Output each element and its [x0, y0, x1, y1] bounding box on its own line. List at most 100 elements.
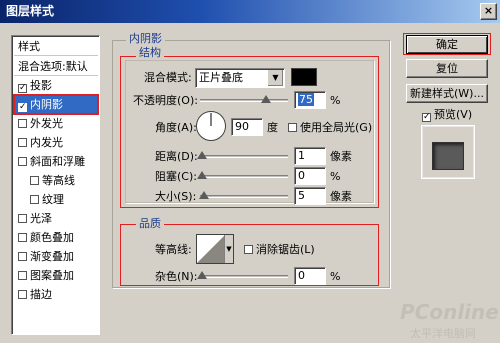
distance-unit: 像素: [330, 150, 352, 163]
checkbox-icon[interactable]: [18, 252, 27, 261]
watermark-logo: PConline: [400, 300, 499, 324]
noise-value: 0: [298, 269, 305, 282]
blend-mode-label: 混合模式:: [144, 71, 192, 84]
angle-unit: 度: [267, 121, 278, 134]
style-list-item-label: 等高线: [42, 174, 75, 187]
global-light-checkbox[interactable]: 使用全局光(G): [288, 121, 372, 135]
style-list-item-label: 外发光: [30, 117, 63, 130]
ok-button[interactable]: 确定: [406, 35, 488, 54]
style-list-item[interactable]: 渐变叠加: [14, 247, 98, 266]
noise-slider-thumb[interactable]: [197, 271, 207, 279]
checkbox-checked-icon[interactable]: ✓: [18, 84, 27, 93]
global-light-check-icon: [288, 123, 297, 132]
size-unit: 像素: [330, 190, 352, 203]
contour-dropdown-icon: ▼: [224, 235, 233, 263]
size-input[interactable]: 5: [294, 187, 326, 205]
preview-check-icon: ✓: [422, 112, 431, 122]
style-list-item-label: 描边: [30, 288, 52, 301]
style-preview: [421, 125, 475, 179]
choke-slider-thumb[interactable]: [197, 171, 207, 179]
noise-input[interactable]: 0: [294, 267, 326, 285]
distance-slider-track[interactable]: [200, 155, 288, 158]
style-list-item-label: 图案叠加: [30, 269, 74, 282]
style-preview-swatch: [432, 142, 464, 170]
anti-alias-checkbox[interactable]: 消除锯齿(L): [244, 243, 315, 257]
angle-value: 90: [235, 120, 249, 133]
checkbox-icon[interactable]: [30, 176, 39, 185]
noise-label: 杂色(N):: [155, 270, 198, 283]
style-list-item[interactable]: ✓ 投影: [14, 76, 98, 95]
style-list-item[interactable]: 斜面和浮雕: [14, 152, 98, 171]
size-value: 5: [298, 189, 305, 202]
checkbox-icon[interactable]: [18, 233, 27, 242]
checkbox-icon[interactable]: [18, 157, 27, 166]
checkbox-icon[interactable]: [18, 214, 27, 223]
opacity-slider-track[interactable]: [200, 99, 288, 102]
preview-checkbox[interactable]: ✓ 预览(V): [422, 108, 472, 122]
contour-preview-icon: [197, 235, 225, 263]
distance-slider-thumb[interactable]: [197, 151, 207, 159]
opacity-input[interactable]: 75: [294, 91, 326, 109]
global-light-label: 使用全局光(G): [300, 121, 373, 134]
style-list-item-label: 内发光: [30, 136, 63, 149]
opacity-unit: %: [330, 94, 341, 107]
style-list-item-label: 颜色叠加: [30, 231, 74, 244]
watermark-brand: PConline: [400, 300, 499, 324]
angle-dial[interactable]: [195, 110, 227, 142]
checkbox-icon[interactable]: [18, 271, 27, 280]
style-list-item-label: 投影: [30, 79, 52, 92]
contour-label: 等高线:: [155, 243, 192, 256]
reset-button[interactable]: 复位: [406, 59, 488, 78]
choke-input[interactable]: 0: [294, 167, 326, 185]
anti-alias-check-icon: [244, 245, 253, 254]
style-list-item[interactable]: 纹理: [14, 190, 98, 209]
style-list: 样式 混合选项:默认 ✓ 投影 ✓ 内阴影 外发光 内发光 斜面和浮雕 等高线 纹理 光泽 颜色叠加渐…: [11, 35, 100, 335]
contour-picker[interactable]: ▼: [196, 234, 234, 264]
style-list-header-label: 样式: [18, 40, 40, 53]
checkbox-icon[interactable]: [18, 119, 27, 128]
choke-value: 0: [298, 169, 305, 182]
blend-mode-value: 正片叠底: [199, 71, 243, 84]
close-button[interactable]: ×: [480, 3, 497, 20]
checkbox-icon[interactable]: [18, 290, 27, 299]
style-list-item-label: 光泽: [30, 212, 52, 225]
size-slider-thumb[interactable]: [199, 191, 209, 199]
blend-mode-select[interactable]: 正片叠底 ▼: [195, 68, 285, 88]
choke-unit: %: [330, 170, 341, 183]
shadow-color-swatch[interactable]: [291, 68, 317, 86]
chevron-down-icon: ▼: [267, 70, 283, 86]
checkbox-icon[interactable]: [18, 138, 27, 147]
new-style-button[interactable]: 新建样式(W)...: [406, 84, 488, 103]
opacity-slider-thumb[interactable]: [261, 95, 271, 103]
noise-slider-track[interactable]: [200, 275, 288, 278]
window-title: 图层样式: [6, 4, 55, 18]
style-list-item[interactable]: 光泽: [14, 209, 98, 228]
style-list-item[interactable]: 外发光: [14, 114, 98, 133]
window-titlebar: 图层样式: [0, 0, 500, 23]
checkbox-checked-icon[interactable]: ✓: [18, 103, 27, 112]
style-list-item[interactable]: 混合选项:默认: [14, 57, 98, 76]
angle-input[interactable]: 90: [231, 118, 263, 136]
opacity-value: 75: [298, 93, 314, 106]
style-list-item[interactable]: 描边: [14, 285, 98, 304]
style-list-item[interactable]: 内发光: [14, 133, 98, 152]
structure-title: 结构: [136, 47, 164, 59]
angle-dial-icon: [196, 111, 226, 141]
choke-slider-track[interactable]: [200, 175, 288, 178]
size-label: 大小(S):: [155, 190, 197, 203]
checkbox-icon[interactable]: [30, 195, 39, 204]
inner-shadow-title: 内阴影: [126, 33, 165, 45]
size-slider-track[interactable]: [200, 195, 288, 198]
distance-value: 1: [298, 149, 305, 162]
quality-title: 品质: [136, 218, 164, 230]
style-list-item[interactable]: 图案叠加: [14, 266, 98, 285]
style-list-item[interactable]: 颜色叠加: [14, 228, 98, 247]
style-list-item[interactable]: 等高线: [14, 171, 98, 190]
distance-input[interactable]: 1: [294, 147, 326, 165]
style-list-item-label: 渐变叠加: [30, 250, 74, 263]
preview-label: 预览(V): [434, 108, 473, 121]
style-list-item-label: 混合选项:默认: [18, 60, 88, 73]
style-list-item[interactable]: ✓ 内阴影: [13, 94, 99, 115]
style-list-item-label: 内阴影: [30, 98, 63, 111]
watermark-tagline: 太平洋电脑网: [410, 327, 476, 340]
